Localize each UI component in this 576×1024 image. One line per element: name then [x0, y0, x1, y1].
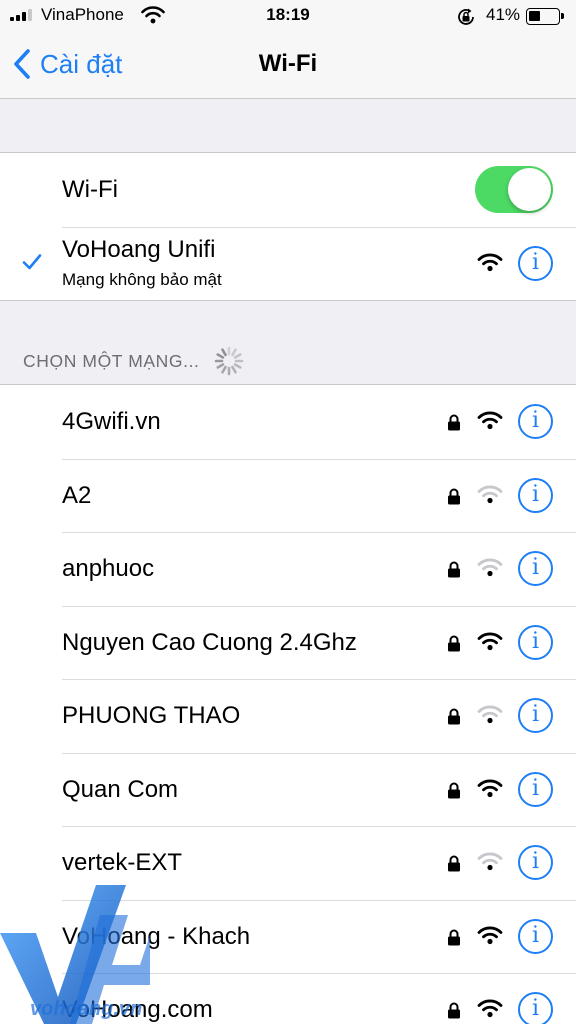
network-row[interactable]: PHUONG THAO i — [0, 679, 576, 753]
checkmark-icon — [22, 253, 42, 269]
lock-icon — [448, 561, 460, 578]
wifi-signal-icon — [477, 558, 503, 577]
info-button[interactable]: i — [518, 771, 553, 807]
info-button[interactable]: i — [518, 551, 553, 586]
network-name: PHUONG THAO — [62, 702, 241, 729]
info-button[interactable]: i — [518, 245, 553, 281]
lock-icon — [448, 782, 460, 798]
status-bar: VinaPhone 18:19 41% — [0, 0, 576, 36]
wifi-signal-icon — [477, 779, 503, 797]
lock-icon — [448, 929, 460, 945]
wifi-signal-icon — [477, 926, 503, 944]
network-name: Nguyen Cao Cuong 2.4Ghz — [62, 628, 357, 656]
network-row[interactable]: VoHoang - Khach i — [0, 899, 576, 974]
info-button[interactable]: i — [518, 698, 553, 733]
wifi-settings-group: Wi-Fi VoHoang Unifi Mạng không bảo mật i — [0, 152, 576, 301]
wifi-signal-icon — [477, 999, 503, 1018]
info-button[interactable]: i — [518, 918, 553, 954]
section-header-label: CHỌN MỘT MẠNG... — [23, 350, 200, 371]
wifi-signal-icon — [477, 852, 503, 871]
network-row[interactable]: Nguyen Cao Cuong 2.4Ghz i — [0, 605, 576, 680]
network-row[interactable]: anphuoc i — [0, 532, 576, 606]
page-title: Wi-Fi — [258, 50, 318, 77]
info-button[interactable]: i — [518, 992, 553, 1024]
network-row[interactable]: VoHoang.com i — [0, 973, 576, 1024]
info-button[interactable]: i — [518, 404, 553, 439]
network-list: 4Gwifi.vn i A2 i anphuoc i Nguyen Cao Cuong 2.… — [0, 384, 576, 1024]
lock-icon — [448, 855, 460, 872]
info-button[interactable]: i — [518, 624, 553, 660]
network-row[interactable]: vertek-EXT i — [0, 826, 576, 900]
network-name: 4Gwifi.vn — [62, 408, 161, 435]
network-name: vertek-EXT — [62, 849, 183, 876]
network-name: Quan Com — [62, 775, 179, 803]
network-name: VoHoang - Khach — [62, 922, 251, 950]
connected-network-name: VoHoang Unifi — [62, 235, 216, 263]
toggle-knob — [508, 168, 551, 211]
rotation-lock-icon — [458, 8, 474, 25]
battery-icon — [526, 8, 564, 25]
network-name: anphuoc — [62, 555, 155, 582]
lock-icon — [448, 635, 460, 651]
wifi-signal-icon — [477, 253, 503, 271]
lock-icon — [448, 708, 460, 725]
connected-network-row[interactable]: VoHoang Unifi Mạng không bảo mật i — [0, 226, 576, 301]
lock-icon — [448, 488, 460, 504]
battery-percent: 41% — [486, 5, 521, 24]
navigation-bar: Cài đặt Wi-Fi — [0, 36, 576, 99]
connected-network-status: Mạng không bảo mật — [62, 269, 222, 289]
info-button[interactable]: i — [518, 845, 553, 880]
wifi-toggle-row: Wi-Fi — [0, 153, 576, 227]
wifi-signal-icon — [477, 411, 503, 430]
info-button[interactable]: i — [518, 477, 553, 513]
lock-icon — [448, 414, 460, 431]
network-name: VoHoang.com — [62, 996, 213, 1023]
wifi-signal-icon — [477, 632, 503, 650]
network-row[interactable]: 4Gwifi.vn i — [0, 385, 576, 459]
wifi-toggle-label: Wi-Fi — [62, 176, 118, 203]
lock-icon — [448, 1002, 460, 1019]
choose-network-header: CHỌN MỘT MẠNG... — [23, 346, 244, 376]
wifi-toggle-switch[interactable] — [475, 166, 553, 213]
network-name: A2 — [62, 481, 92, 509]
wifi-signal-icon — [477, 485, 503, 503]
wifi-signal-icon — [477, 705, 503, 724]
network-row[interactable]: A2 i — [0, 458, 576, 533]
loading-spinner-icon — [214, 346, 243, 376]
network-row[interactable]: Quan Com i — [0, 752, 576, 827]
